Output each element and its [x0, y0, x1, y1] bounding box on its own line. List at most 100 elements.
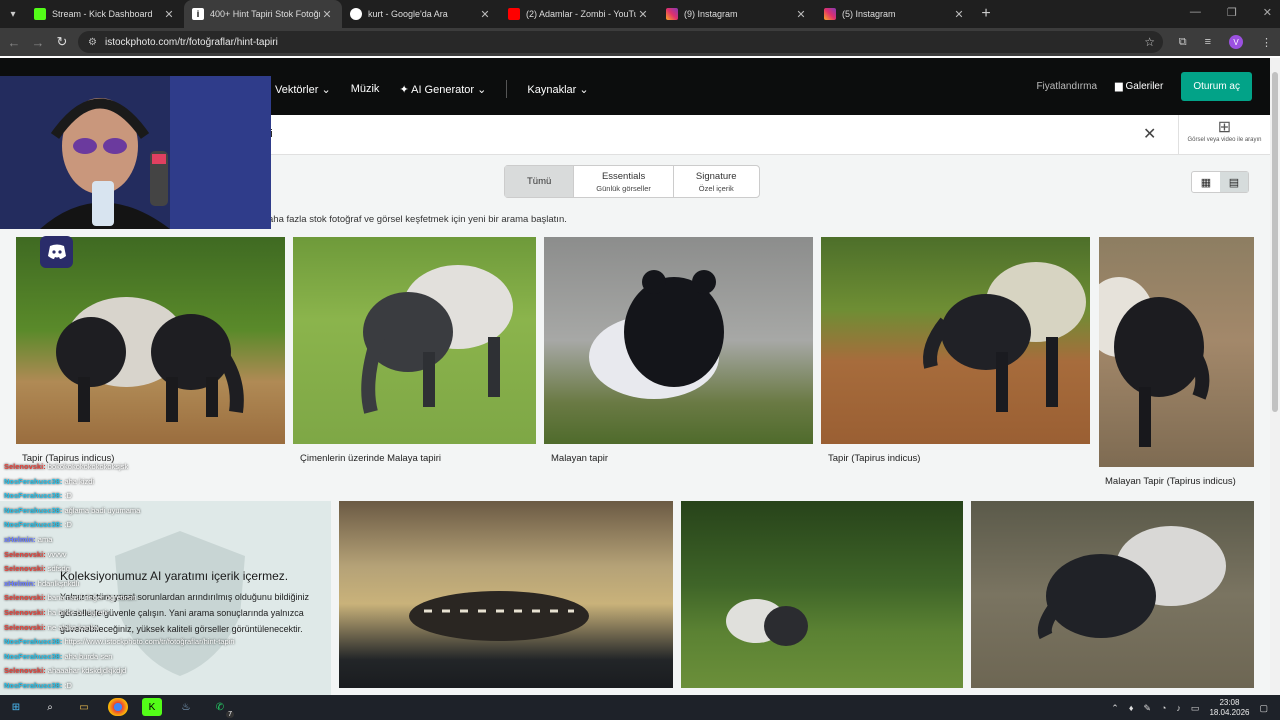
close-icon[interactable]: ✕: [952, 8, 966, 21]
chat-text: bana nasıl değer ögretirsin: [47, 593, 137, 603]
photo-tapir-3[interactable]: [544, 237, 813, 444]
photo-caption[interactable]: Malayan Tapir (Tapirus indicus): [1105, 476, 1236, 487]
photo-tapir-calf[interactable]: [339, 501, 673, 688]
streamer-illustration: [0, 76, 271, 229]
instagram-icon: [666, 8, 678, 20]
clear-search-icon[interactable]: ✕: [1143, 124, 1156, 144]
notification-icon[interactable]: ▢: [1259, 703, 1268, 714]
back-icon[interactable]: ←: [2, 35, 26, 50]
photo-tapir-2[interactable]: [293, 237, 536, 444]
forward-icon[interactable]: →: [26, 35, 50, 50]
site-info-icon[interactable]: ⚙: [88, 37, 97, 48]
tab-instagram-1[interactable]: (9) Instagram ✕: [658, 0, 816, 28]
discord-icon: [40, 236, 73, 268]
pricing-link[interactable]: Fiyatlandırma: [1036, 81, 1097, 92]
tab-kick-dashboard[interactable]: Stream - Kick Dashboard ✕: [26, 0, 184, 28]
nav-ai-generator[interactable]: ✦ AI Generator ⌄: [399, 83, 486, 96]
chat-text: ama: [37, 535, 53, 544]
chat-message: NosFerahusc38: aha burda sen: [4, 652, 112, 661]
photo-tapir-grass[interactable]: [681, 501, 963, 688]
close-icon[interactable]: ✕: [162, 8, 176, 21]
chat-message: NosFerahusc38: :D: [4, 520, 72, 529]
filter-signature[interactable]: Signature Özel içerik: [674, 166, 759, 197]
photo-caption[interactable]: Çimenlerin üzerinde Malaya tapiri: [300, 453, 441, 464]
chat-text: https://www.istockphoto.com/tr/fotoğrafl…: [64, 637, 235, 647]
steam-icon[interactable]: ♨: [176, 698, 196, 716]
chat-username: NosFerahusc38:: [4, 476, 63, 486]
filter-essentials[interactable]: Essentials Günlük görseller: [574, 166, 674, 197]
tab-search-icon[interactable]: ▾: [0, 0, 26, 28]
close-icon[interactable]: ✕: [478, 8, 492, 21]
tab-instagram-2[interactable]: (5) Instagram ✕: [816, 0, 974, 28]
galleries-link[interactable]: ▆ Galeriler: [1115, 81, 1163, 92]
media-control-icon[interactable]: ≡: [1205, 36, 1211, 48]
photo-caption[interactable]: Tapir (Tapirus indicus): [828, 453, 920, 464]
tab-google[interactable]: kurt - Google'da Ara ✕: [342, 0, 500, 28]
pen-icon[interactable]: ✎: [1143, 703, 1151, 714]
photo-tapir-4[interactable]: [821, 237, 1090, 444]
search-hint: aha fazla stok fotoğraf ve görsel keşfet…: [268, 214, 567, 225]
extensions-icon[interactable]: ⧉: [1179, 36, 1187, 49]
chat-username: Selenovski:: [4, 622, 46, 632]
photo-tapir-water[interactable]: [971, 501, 1254, 688]
nav-music[interactable]: Müzik: [351, 83, 380, 95]
chat-message: NosFerahusc38: aha kizdi: [4, 477, 94, 486]
close-icon[interactable]: ✕: [320, 8, 334, 21]
address-bar-row: ← → ↻ ⚙ istockphoto.com/tr/fotoğraflar/h…: [0, 28, 1280, 56]
close-icon[interactable]: ✕: [636, 8, 650, 21]
chrome-icon[interactable]: [108, 698, 128, 716]
collection-filter: Tümü Essentials Günlük görseller Signatur…: [504, 165, 760, 198]
url-field[interactable]: ⚙ istockphoto.com/tr/fotoğraflar/hint-ta…: [78, 31, 1163, 53]
filter-all[interactable]: Tümü: [505, 166, 575, 197]
search-icon[interactable]: ⌕: [40, 698, 60, 716]
close-icon[interactable]: ✕: [794, 8, 808, 21]
tapir-illustration: [1099, 277, 1210, 447]
mosaic-view-icon[interactable]: ▤: [1220, 172, 1248, 192]
login-button[interactable]: Oturum aç: [1181, 72, 1252, 101]
network-icon[interactable]: ◔: [1161, 703, 1166, 713]
new-tab-button[interactable]: +: [974, 5, 998, 23]
tab-istock[interactable]: i 400+ Hint Tapiri Stok Fotoğrafla ✕: [184, 0, 342, 28]
menu-kebab-icon[interactable]: ⋮: [1261, 36, 1272, 49]
grid-view-icon[interactable]: ▦: [1192, 172, 1220, 192]
chat-username: Selenovski:: [4, 608, 46, 617]
scrollbar-thumb[interactable]: [1272, 72, 1278, 412]
microphone-icon[interactable]: ♦: [1129, 703, 1134, 713]
close-window-icon[interactable]: ✕: [1263, 6, 1272, 19]
file-explorer-icon[interactable]: ▭: [74, 698, 94, 716]
whatsapp-icon[interactable]: ✆ 7: [210, 698, 234, 718]
chat-username: Selenovski:: [4, 593, 46, 603]
stream-chat-overlay: Selenovski: bokokokokokokokoksjsk NosFera…: [0, 458, 270, 719]
windows-start-icon[interactable]: ⊞: [6, 698, 26, 716]
nav-vectors[interactable]: Vektörler ⌄: [275, 83, 331, 96]
photo-tapir-5[interactable]: [1099, 237, 1254, 467]
chat-message: Selenovski: vvvvv: [4, 550, 67, 559]
photo-tapir-1[interactable]: [16, 237, 285, 444]
image-search-button[interactable]: ⊞ Görsel veya video ile arayın: [1178, 115, 1270, 155]
photo-caption[interactable]: Malayan tapir: [551, 453, 608, 464]
youtube-icon: [508, 8, 520, 20]
tab-youtube[interactable]: (2) Adamlar - Zombi - YouTube ✕: [500, 0, 658, 28]
chat-message: Selenovski: ha birde bu ögretir: [4, 608, 109, 617]
tab-label: kurt - Google'da Ara: [368, 9, 448, 19]
chat-username: Selenovski:: [4, 564, 46, 574]
profile-avatar[interactable]: V: [1229, 35, 1243, 49]
chat-username: xHelmin:: [4, 535, 36, 544]
volume-icon[interactable]: ♪: [1176, 703, 1181, 713]
battery-icon[interactable]: ▭: [1191, 703, 1200, 714]
nav-resources[interactable]: Kaynaklar ⌄: [527, 83, 588, 96]
tray-chevron-icon[interactable]: ⌃: [1111, 703, 1119, 714]
system-clock[interactable]: 23:08 18.04.2026: [1209, 698, 1249, 718]
restore-icon[interactable]: ❐: [1227, 6, 1237, 19]
camera-search-icon: ⊞: [1217, 119, 1232, 136]
image-search-label: Görsel veya video ile arayın: [1187, 137, 1262, 143]
windows-taskbar: ⊞ ⌕ ▭ K ♨ ✆ 7 ⌃ ♦ ✎ ◔ ♪ ▭ 23:08 18.04.202…: [0, 695, 1280, 720]
gallery-icon: ▆: [1115, 81, 1123, 92]
bookmark-star-icon[interactable]: ☆: [1144, 35, 1155, 49]
kick-app-icon[interactable]: K: [142, 698, 162, 716]
chat-username: NosFerahusc38:: [4, 651, 63, 661]
page-scrollbar[interactable]: [1270, 58, 1280, 695]
minimize-icon[interactable]: —: [1190, 6, 1201, 19]
chat-text: sdfsdg: [47, 564, 70, 574]
reload-icon[interactable]: ↻: [50, 34, 74, 50]
